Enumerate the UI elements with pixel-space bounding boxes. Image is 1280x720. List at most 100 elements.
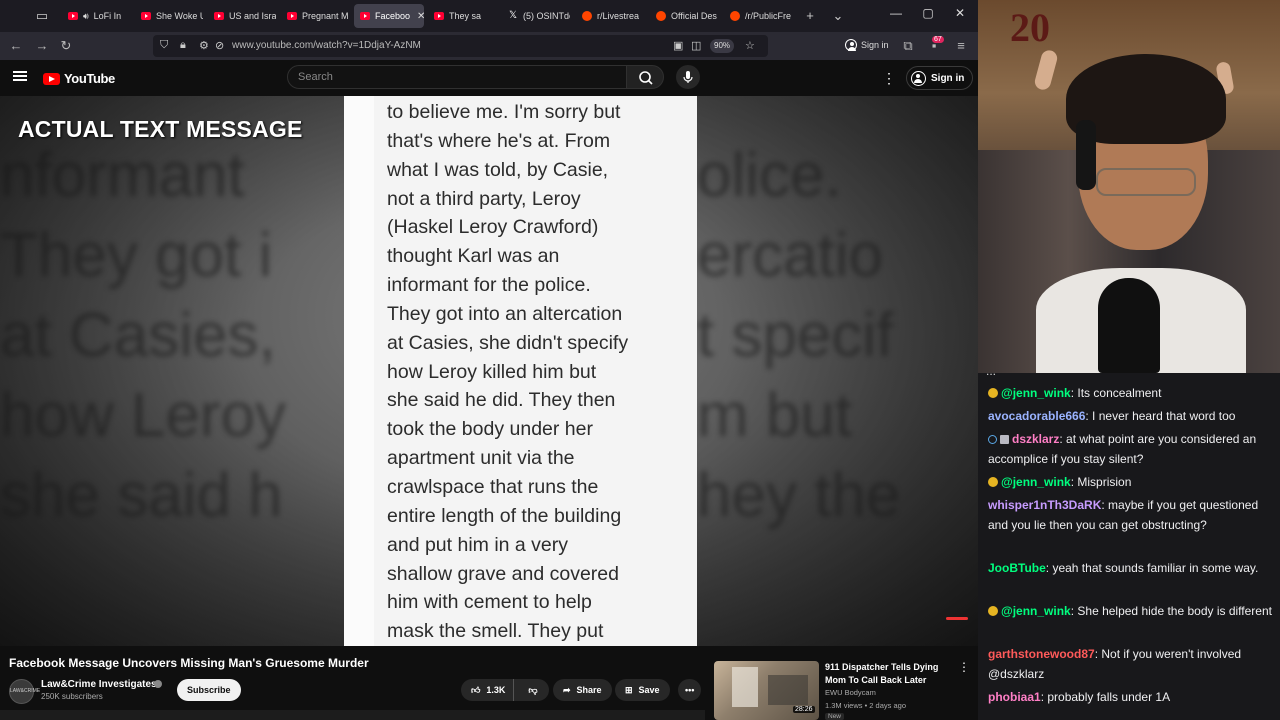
channel-avatar[interactable]: LAW&CRIME INVESTIGATES xyxy=(9,679,46,717)
bookmark-star-icon[interactable]: ☆ xyxy=(745,39,755,52)
browser-tab-label: /r/PublicFre xyxy=(745,11,792,21)
browser-tab[interactable]: She Woke U xyxy=(135,4,203,28)
picture-in-picture-icon[interactable]: ▣ xyxy=(673,39,683,52)
browser-tab[interactable]: 𝕏 (5) OSINTde xyxy=(502,4,570,28)
browser-tab[interactable]: r/Livestrea xyxy=(576,4,644,28)
url-text[interactable]: www.youtube.com/watch?v=1DdjaY-AzNM xyxy=(232,40,421,51)
voice-search-button[interactable] xyxy=(676,65,700,89)
forward-icon[interactable]: → xyxy=(34,38,50,54)
browser-tab-label: US and Isra xyxy=(229,11,276,21)
share-button[interactable]: ➦ Share xyxy=(553,679,612,701)
background-score: 20 xyxy=(1010,5,1050,50)
browser-tab[interactable]: They sa xyxy=(428,4,496,28)
lock-icon[interactable]: 🔒︎ xyxy=(180,39,186,52)
streamer-webcam: 20 xyxy=(978,0,1280,373)
youtube-favicon-icon xyxy=(287,12,297,20)
browser-tab[interactable]: /r/PublicFre xyxy=(724,4,792,28)
glasses xyxy=(1096,168,1196,196)
more-horizontal-icon: ••• xyxy=(685,685,695,695)
message-line: him with cement to help xyxy=(387,591,592,614)
browser-tab[interactable]: Faceboo ✕ xyxy=(354,4,424,28)
speaker-icon[interactable]: 🔊︎ xyxy=(83,11,89,22)
blurred-text-line: ercatio xyxy=(697,221,884,290)
blurred-text-line: how Leroy xyxy=(0,381,287,450)
tab-bar: ▭ 🔊︎ LoFi In She Woke U US and Isra Pregnant… xyxy=(0,0,978,32)
account-signin[interactable]: Sign in xyxy=(845,39,889,51)
zoom-level[interactable]: 90% xyxy=(710,39,735,53)
message-line: and put him in a very xyxy=(387,533,569,556)
tab-list-chevron-icon[interactable]: ⌄ xyxy=(830,8,846,24)
permissions-icon[interactable]: ⚙ xyxy=(199,39,209,52)
reddit-icon xyxy=(730,11,740,21)
account-signin-label: Sign in xyxy=(861,40,889,50)
browser-tab[interactable]: Official Des xyxy=(650,4,718,28)
recommended-title[interactable]: 911 Dispatcher Tells Dying Mom To Call B… xyxy=(825,661,943,686)
browser-tab[interactable]: Pregnant M xyxy=(281,4,349,28)
chat-username[interactable]: garthstonewood87 xyxy=(988,647,1095,661)
reload-icon[interactable]: ↻ xyxy=(58,38,74,54)
search-button[interactable] xyxy=(626,65,664,89)
blurred-text-line: hey the xyxy=(697,461,901,530)
chat-username[interactable]: @jenn_wink xyxy=(1001,475,1071,489)
chat-username[interactable]: dszklarz xyxy=(1012,432,1059,446)
new-tab-icon[interactable]: + xyxy=(802,8,818,24)
chat-username[interactable]: @jenn_wink xyxy=(1001,386,1071,400)
verified-icon xyxy=(154,680,162,688)
recommended-channel[interactable]: EWU Bodycam xyxy=(825,688,876,697)
user-badge-icon xyxy=(988,435,997,444)
menu-icon[interactable]: ≡ xyxy=(953,38,969,54)
browser-tab[interactable]: US and Isra xyxy=(208,4,276,28)
close-window-icon[interactable]: ✕ xyxy=(950,6,970,20)
youtube-logo[interactable]: YouTube xyxy=(43,71,115,86)
autoplay-blocked-icon[interactable]: ⊘ xyxy=(215,39,224,52)
channel-name[interactable]: Law&Crime Investigates xyxy=(41,679,157,690)
chat-message: JooBTube: yeah that sounds familiar in s… xyxy=(988,558,1274,578)
message-line: (Haskel Leroy Crawford) xyxy=(387,216,599,239)
chat-username[interactable]: whisper1nTh3DaRK xyxy=(988,498,1101,512)
verified-badge-icon xyxy=(1000,435,1009,444)
minimize-icon[interactable]: — xyxy=(886,6,906,20)
browser-tab-label: Pregnant M xyxy=(302,11,349,21)
chat-message: whisper1nTh3DaRK: maybe if you get quest… xyxy=(988,495,1274,535)
message-line: at Casies, she didn't specify xyxy=(387,331,629,354)
user-icon xyxy=(911,70,926,86)
more-actions-button[interactable]: ••• xyxy=(678,679,702,701)
subscribe-button[interactable]: Subscribe xyxy=(177,679,241,701)
chat-panel: ... @jenn_wink: Its concealmentavocadora… xyxy=(978,373,1280,720)
video-title: Facebook Message Uncovers Missing Man's … xyxy=(9,656,369,670)
message-line: They got into an altercation xyxy=(387,302,623,325)
blurred-text-line: olice. xyxy=(697,141,842,210)
video-player[interactable]: nformant They got i at Casies, how Leroy she… xyxy=(0,96,978,646)
close-tab-icon[interactable]: ✕ xyxy=(417,11,424,22)
hamburger-menu-icon[interactable] xyxy=(13,69,27,83)
youtube-favicon-icon xyxy=(434,12,444,20)
chat-username[interactable]: JooBTube xyxy=(988,561,1046,575)
browser-tab[interactable]: 🔊︎ LoFi In xyxy=(62,4,130,28)
chat-text: : I never heard that word too xyxy=(1085,409,1236,423)
address-bar[interactable]: ⛉ 🔒︎ ⚙ ⊘ www.youtube.com/watch?v=1DdjaY-… xyxy=(153,35,768,57)
chat-username[interactable]: @jenn_wink xyxy=(1001,604,1071,618)
search-input[interactable] xyxy=(287,65,627,89)
shield-icon[interactable]: ⛉ xyxy=(160,39,168,52)
chat-text: : probably falls under 1A xyxy=(1040,690,1171,704)
message-line: that's where he's at. From xyxy=(387,129,611,152)
like-button[interactable]: 👍︎ 1.3K xyxy=(461,679,515,701)
chat-username[interactable]: phobiaa1 xyxy=(988,690,1041,704)
blurred-background-right: olice. ercatio t specif m but hey the xyxy=(697,96,978,646)
back-icon[interactable]: ← xyxy=(8,38,24,54)
text-message-body: to believe me. I'm sorry but that's where… xyxy=(387,98,692,646)
maximize-icon[interactable]: ▢ xyxy=(918,6,938,20)
screenshot-icon[interactable]: ◫ xyxy=(691,39,701,52)
dislike-button[interactable]: 👎︎ xyxy=(520,685,545,696)
extensions-icon[interactable]: ⧉ xyxy=(900,38,916,54)
chat-message: @jenn_wink: Its concealment xyxy=(988,383,1274,403)
subscriber-badge-icon xyxy=(988,388,998,398)
recommended-kebab-icon[interactable]: ⋮ xyxy=(958,660,970,674)
youtube-signin-button[interactable]: Sign in xyxy=(906,66,974,90)
chat-message: dszklarz: at what point are you consider… xyxy=(988,429,1274,469)
chat-text: : yeah that sounds familiar in some way. xyxy=(1045,561,1259,575)
settings-kebab-icon[interactable]: ⋮ xyxy=(882,70,896,86)
chat-username[interactable]: avocadorable666 xyxy=(988,409,1085,423)
save-button[interactable]: ⊞ Save xyxy=(615,679,670,701)
tab-overview-icon[interactable]: ▭ xyxy=(34,8,50,24)
